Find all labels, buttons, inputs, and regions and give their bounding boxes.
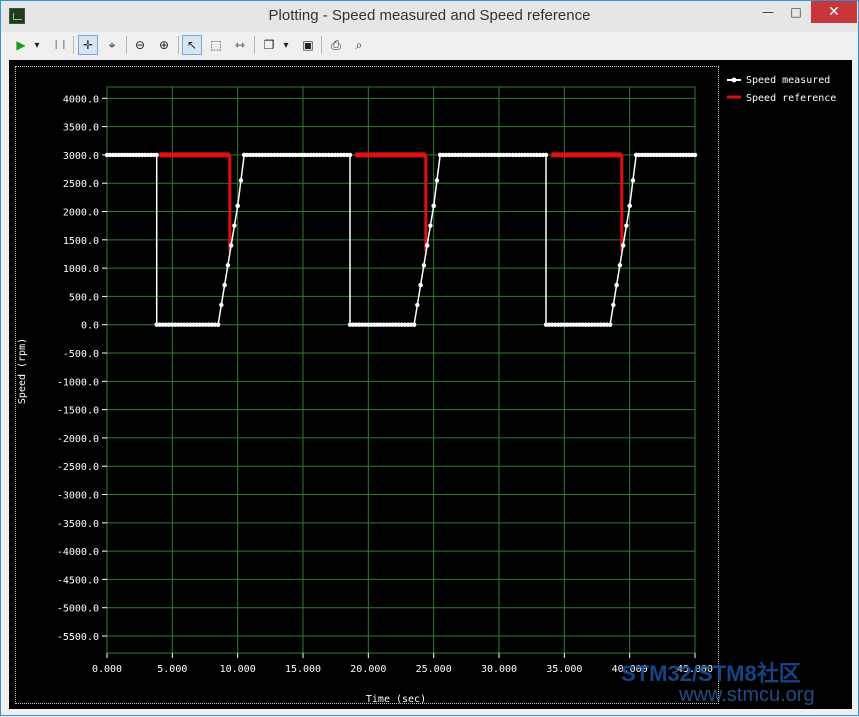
x-tick-label: 15.000 (285, 664, 321, 675)
measured-point (228, 243, 234, 248)
measured-point (424, 243, 430, 248)
measured-point (428, 223, 433, 228)
measured-point (219, 302, 224, 308)
x-tick-label: 5.000 (157, 664, 187, 675)
measured-point (232, 223, 237, 228)
x-tick-label: 30.000 (481, 664, 517, 675)
x-tick-label: 35.000 (546, 664, 582, 675)
y-tick-label: 0.0 (81, 321, 99, 332)
legend-measured-label: Speed measured (746, 75, 830, 86)
measured-point (434, 178, 440, 183)
y-tick-label: -4000.0 (57, 547, 99, 558)
measured-point (614, 282, 619, 288)
legend: Speed measured Speed reference (727, 75, 836, 104)
watermark: STM32/STM8社区 www.stmcu.org (621, 656, 815, 707)
y-tick-label: 4000.0 (63, 94, 99, 105)
measured-point (627, 203, 632, 209)
y-tick-label: -500.0 (63, 349, 99, 360)
measured-point (607, 322, 613, 327)
measured-point (238, 178, 244, 183)
measured-point (415, 302, 420, 308)
measured-point (347, 152, 353, 158)
y-tick-label: 2500.0 (63, 179, 99, 190)
y-tick-label: -5000.0 (57, 604, 99, 615)
y-tick-label: 3500.0 (63, 123, 99, 134)
x-tick-label: 20.000 (350, 664, 386, 675)
measured-point (411, 322, 417, 327)
measured-point (154, 152, 159, 158)
legend-reference-label: Speed reference (746, 93, 836, 104)
measured-point (431, 203, 436, 209)
measured-point (630, 178, 636, 183)
y-tick-label: -2000.0 (57, 434, 99, 445)
x-tick-label: 10.000 (220, 664, 256, 675)
measured-point (624, 223, 629, 228)
measured-point (235, 203, 240, 209)
y-tick-label: 1500.0 (63, 236, 99, 247)
measured-point (222, 282, 227, 288)
x-tick-label: 25.000 (416, 664, 452, 675)
legend-measured-marker (731, 77, 737, 83)
y-tick-label: 2000.0 (63, 208, 99, 219)
y-tick-label: 3000.0 (63, 151, 99, 162)
y-tick-label: -1500.0 (57, 406, 99, 417)
measured-point (543, 152, 549, 158)
y-tick-label: -4500.0 (57, 575, 99, 586)
measured-point (215, 322, 221, 327)
speed-chart[interactable]: 0.000 5.000 10.000 15.000 20.000 25.000 30.000… (1, 1, 859, 717)
x-tick-label: 0.000 (92, 664, 122, 675)
y-tick-label: -2500.0 (57, 462, 99, 473)
y-axis-label: Speed (rpm) (17, 338, 28, 404)
measured-point (620, 243, 626, 248)
axis-ticks: 0.000 5.000 10.000 15.000 20.000 25.000 30.000… (57, 94, 713, 675)
measured-point (611, 302, 616, 308)
measured-point (617, 263, 623, 268)
x-axis-label: Time (sec) (366, 694, 426, 705)
y-tick-label: 500.0 (69, 292, 99, 303)
y-tick-label: -3000.0 (57, 491, 99, 502)
measured-point (421, 263, 427, 268)
measured-point (225, 263, 231, 268)
grid (106, 86, 696, 654)
y-tick-label: -3500.0 (57, 519, 99, 530)
y-tick-label: 1000.0 (63, 264, 99, 275)
plot-frame-rect (106, 86, 696, 654)
watermark-line2: www.stmcu.org (679, 684, 815, 706)
plotting-window: Plotting - Speed measured and Speed refe… (0, 0, 859, 716)
y-tick-label: -5500.0 (57, 632, 99, 643)
measured-point (692, 152, 698, 158)
y-tick-label: -1000.0 (57, 377, 99, 388)
measured-point (418, 282, 423, 288)
